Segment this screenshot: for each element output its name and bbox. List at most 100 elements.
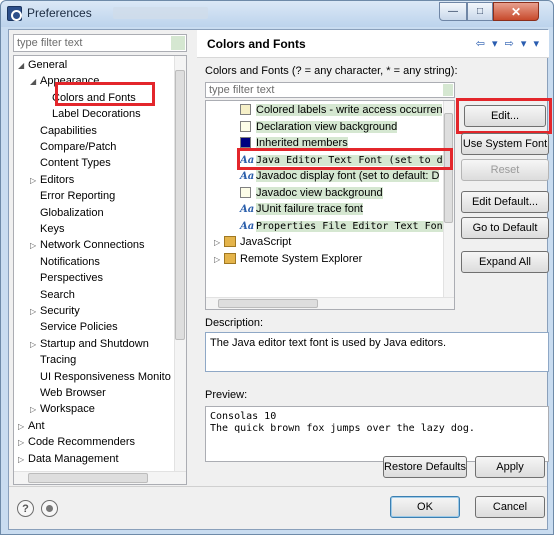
color-font-item-label: Remote System Explorer bbox=[240, 252, 363, 265]
tree-item-label: Capabilities bbox=[40, 124, 97, 137]
tree-item[interactable]: ▷ Code Recommenders bbox=[18, 434, 135, 450]
tree-item[interactable]: Web Browser bbox=[30, 385, 106, 401]
tree-item-label: Error Reporting bbox=[40, 190, 116, 203]
eclipse-icon bbox=[7, 6, 22, 21]
tree-item-label: Notifications bbox=[40, 255, 100, 268]
color-font-item-label: Properties File Editor Text Font bbox=[256, 220, 449, 232]
tree-item[interactable]: Compare/Patch bbox=[30, 139, 116, 155]
tree-item-label: Keys bbox=[40, 223, 65, 235]
tree-item[interactable]: Globalization bbox=[30, 205, 104, 221]
colors-tree-vertical-scrollbar[interactable] bbox=[443, 101, 454, 297]
go-to-default-button[interactable]: Go to Default bbox=[461, 217, 549, 239]
color-font-item-label: Colored labels - write access occurren bbox=[256, 104, 443, 116]
tree-item[interactable]: Capabilities bbox=[30, 123, 97, 139]
color-font-item[interactable]: Aa Properties File Editor Text Font bbox=[240, 218, 454, 234]
expand-twisty-icon[interactable]: ▷ bbox=[30, 402, 40, 418]
maximize-button[interactable]: □ bbox=[467, 2, 493, 21]
right-filter-input[interactable]: type filter text bbox=[205, 82, 455, 98]
tree-item[interactable]: Perspectives bbox=[30, 270, 103, 286]
close-button[interactable]: ✕ bbox=[493, 2, 539, 21]
tree-item-label: Label Decorations bbox=[52, 108, 141, 121]
expand-twisty-icon[interactable]: ▷ bbox=[30, 337, 40, 353]
color-font-item[interactable]: Aa JUnit failure trace font bbox=[240, 201, 454, 217]
color-font-item[interactable]: Declaration view background bbox=[240, 119, 454, 135]
use-system-font-button[interactable]: Use System Font bbox=[461, 133, 549, 155]
reset-button[interactable]: Reset bbox=[461, 159, 549, 181]
left-filter-input[interactable]: type filter text bbox=[13, 34, 187, 52]
tree-item-label: Compare/Patch bbox=[40, 141, 117, 153]
scroll-thumb[interactable] bbox=[28, 473, 148, 483]
tree-item[interactable]: Service Policies bbox=[30, 319, 118, 335]
tree-item[interactable]: Content Types bbox=[30, 155, 111, 171]
tree-item[interactable]: ▷ Security bbox=[30, 303, 80, 319]
tree-item[interactable]: Tracing bbox=[30, 352, 76, 368]
tree-vertical-scrollbar[interactable] bbox=[174, 56, 186, 472]
color-font-item[interactable]: ▷ JavaScript bbox=[214, 234, 454, 250]
import-export-icon[interactable] bbox=[41, 500, 58, 517]
apply-button[interactable]: Apply bbox=[475, 456, 545, 478]
tree-horizontal-scrollbar[interactable] bbox=[14, 471, 186, 484]
expand-twisty-icon[interactable]: ▷ bbox=[30, 238, 40, 254]
color-font-item[interactable]: Aa Javadoc display font (set to default: … bbox=[240, 168, 454, 184]
color-swatch-icon bbox=[240, 104, 251, 115]
color-font-item-label: JavaScript bbox=[240, 236, 292, 248]
expand-twisty-icon[interactable]: ▷ bbox=[214, 235, 224, 251]
expand-twisty-icon[interactable]: ▷ bbox=[18, 435, 28, 451]
preference-tree[interactable]: ◢ General ◢ Appearance Colors and Fonts Label… bbox=[13, 55, 187, 485]
tree-item[interactable]: ▷ Data Management bbox=[18, 451, 119, 467]
tree-item-label: Editors bbox=[40, 173, 75, 186]
tree-item-label: UI Responsiveness Monito bbox=[40, 370, 171, 383]
description-label: Description: bbox=[205, 317, 264, 329]
expand-twisty-icon[interactable]: ◢ bbox=[18, 58, 28, 74]
tree-item-label: Data Management bbox=[28, 452, 119, 465]
font-icon: Aa bbox=[240, 220, 255, 232]
color-font-item-label: Javadoc view background bbox=[256, 186, 383, 199]
colors-fonts-tree[interactable]: Colored labels - write access occurren De… bbox=[205, 100, 455, 310]
page-title: Colors and Fonts bbox=[207, 37, 306, 51]
color-font-item[interactable]: Colored labels - write access occurren bbox=[240, 102, 454, 118]
tree-item[interactable]: Search bbox=[30, 287, 75, 303]
expand-twisty-icon[interactable]: ▷ bbox=[18, 419, 28, 435]
scroll-thumb[interactable] bbox=[218, 299, 318, 308]
expand-twisty-icon[interactable]: ▷ bbox=[214, 252, 224, 268]
ok-button[interactable]: OK bbox=[390, 496, 460, 518]
tree-item[interactable]: Error Reporting bbox=[30, 188, 115, 204]
nav-arrows-icon[interactable]: ⇦ ▾ ⇨ ▾ ▾ bbox=[476, 37, 541, 50]
tree-item-label: Perspectives bbox=[40, 272, 103, 285]
footer-separator bbox=[9, 486, 547, 487]
tree-item[interactable]: Label Decorations bbox=[42, 106, 141, 122]
tree-item[interactable]: ▷ Ant bbox=[18, 418, 45, 434]
tree-item-label: General bbox=[28, 59, 68, 71]
colors-tree-horizontal-scrollbar[interactable] bbox=[206, 297, 454, 309]
color-font-item[interactable]: ▷ Remote System Explorer bbox=[214, 251, 454, 267]
expand-twisty-icon[interactable]: ◢ bbox=[30, 74, 40, 90]
scroll-thumb[interactable] bbox=[175, 70, 185, 340]
blurred-title-detail bbox=[113, 7, 208, 19]
minimize-button[interactable]: — bbox=[439, 2, 467, 21]
tree-item[interactable]: ▷ Workspace bbox=[30, 401, 95, 417]
color-swatch-icon bbox=[240, 186, 251, 198]
category-folder-icon bbox=[224, 236, 236, 247]
help-icon[interactable]: ? bbox=[17, 500, 34, 517]
tree-item[interactable]: Keys bbox=[30, 221, 64, 237]
tree-item[interactable]: Notifications bbox=[30, 254, 100, 270]
tree-item[interactable]: ▷ Editors bbox=[30, 172, 74, 188]
cancel-button[interactable]: Cancel bbox=[475, 496, 545, 518]
expand-twisty-icon[interactable]: ▷ bbox=[18, 452, 28, 468]
tree-item-label: Code Recommenders bbox=[28, 436, 135, 449]
edit-default-button[interactable]: Edit Default... bbox=[461, 191, 549, 213]
tree-item[interactable]: UI Responsiveness Monito bbox=[30, 369, 171, 385]
font-icon: Aa bbox=[240, 204, 255, 215]
tree-item[interactable]: ▷ Startup and Shutdown bbox=[30, 336, 149, 352]
expand-twisty-icon[interactable]: ▷ bbox=[30, 304, 40, 320]
tree-item-label: Network Connections bbox=[40, 239, 145, 252]
tree-item-label: Tracing bbox=[40, 354, 77, 367]
restore-defaults-button[interactable]: Restore Defaults bbox=[383, 456, 467, 478]
tree-item-label: Ant bbox=[28, 419, 45, 432]
tree-item[interactable]: ◢ General bbox=[18, 57, 67, 73]
expand-all-button[interactable]: Expand All bbox=[461, 251, 549, 273]
color-font-item[interactable]: Javadoc view background bbox=[240, 185, 454, 201]
expand-twisty-icon[interactable]: ▷ bbox=[30, 173, 40, 189]
color-font-item-label: JUnit failure trace font bbox=[256, 203, 363, 215]
tree-item[interactable]: ▷ Network Connections bbox=[30, 237, 145, 253]
